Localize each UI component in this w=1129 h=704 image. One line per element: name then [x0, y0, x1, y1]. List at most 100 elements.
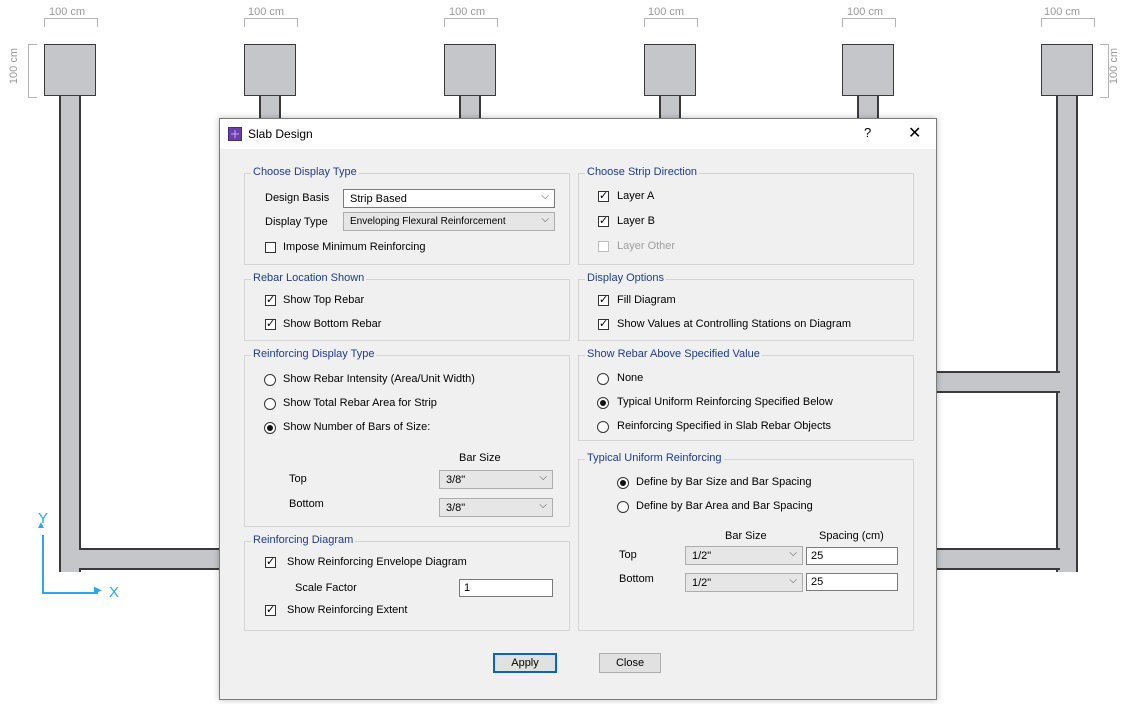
beam [259, 96, 281, 120]
x-axis-label: X [109, 584, 120, 601]
bottom-label: Bottom [619, 573, 654, 585]
layer-b-label: Layer B [617, 215, 655, 227]
dimension-line [28, 44, 37, 98]
bottom-bar-size-value: 3/8" [446, 502, 466, 514]
dimension-line [1041, 18, 1095, 27]
y-axis-label: Y [38, 510, 49, 527]
group-title: Show Rebar Above Specified Value [585, 348, 762, 360]
group-title: Reinforcing Display Type [251, 348, 377, 360]
chevron-down-icon: ⌵ [541, 214, 549, 225]
column [842, 44, 894, 96]
chevron-down-icon: ⌵ [789, 548, 797, 559]
reinforcing-extent-label: Show Reinforcing Extent [287, 604, 408, 616]
column [644, 44, 696, 96]
envelope-diagram-checkbox[interactable] [265, 555, 276, 568]
column [1041, 44, 1093, 96]
column-dimension-label: 100 cm [248, 6, 285, 18]
top-bar-size-select[interactable]: 1/2" ⌵ [685, 546, 803, 565]
app-icon [228, 127, 242, 141]
y-axis-line [42, 535, 44, 593]
close-icon[interactable]: ✕ [908, 123, 921, 143]
reinforcing-extent-checkbox[interactable] [265, 603, 276, 616]
top-spacing-value: 25 [811, 550, 824, 562]
display-type-label: Display Type [265, 216, 328, 228]
beam [934, 548, 1060, 570]
top-spacing-input[interactable]: 25 [806, 547, 898, 565]
rebar-intensity-label: Show Rebar Intensity (Area/Unit Width) [283, 373, 475, 385]
rebar-intensity-radio[interactable] [264, 374, 276, 386]
layer-other-label: Layer Other [617, 240, 676, 252]
bar-area-spacing-radio[interactable] [617, 501, 629, 513]
top-bar-size-value: 1/2" [692, 550, 712, 562]
column-dimension-label: 100 cm [648, 6, 685, 18]
show-values-label: Show Values at Controlling Stations on D… [617, 318, 851, 330]
beam [934, 371, 1060, 393]
layer-b-checkbox[interactable] [598, 214, 609, 227]
column [44, 44, 96, 96]
typical-uniform-radio[interactable] [597, 397, 609, 409]
reinforcing-display-type-group: Reinforcing Display Type Show Rebar Inte… [244, 348, 570, 527]
choose-strip-direction-group: Choose Strip Direction Layer A Layer B L… [578, 166, 914, 265]
show-top-rebar-checkbox[interactable] [265, 293, 276, 306]
slab-rebar-objects-label: Reinforcing Specified in Slab Rebar Obje… [617, 420, 832, 432]
apply-button[interactable]: Apply [493, 653, 557, 673]
dimension-line [842, 18, 896, 27]
x-axis-line [42, 592, 98, 594]
bar-size-spacing-radio[interactable] [617, 477, 629, 489]
top-label: Top [289, 473, 307, 485]
layer-a-label: Layer A [617, 190, 655, 202]
top-bar-size-select[interactable]: 3/8" ⌵ [439, 470, 553, 489]
show-bottom-rebar-checkbox[interactable] [265, 317, 276, 330]
layer-a-checkbox[interactable] [598, 189, 609, 202]
show-top-rebar-label: Show Top Rebar [283, 294, 365, 306]
bottom-bar-size-select[interactable]: 1/2" ⌵ [685, 573, 803, 592]
group-title: Rebar Location Shown [251, 272, 367, 284]
chevron-down-icon: ⌵ [539, 472, 547, 483]
fill-diagram-checkbox[interactable] [598, 293, 609, 306]
top-bar-size-value: 3/8" [446, 474, 466, 486]
scale-factor-label: Scale Factor [295, 582, 357, 594]
bottom-spacing-value: 25 [811, 576, 824, 588]
beam [659, 96, 681, 120]
show-bottom-rebar-label: Show Bottom Rebar [283, 318, 382, 330]
number-of-bars-radio[interactable] [264, 422, 276, 434]
column-dimension-label: 100 cm [1044, 6, 1081, 18]
group-title: Typical Uniform Reinforcing [585, 452, 724, 464]
group-title: Display Options [585, 272, 667, 284]
scale-factor-input[interactable]: 1 [459, 579, 553, 597]
bottom-bar-size-value: 1/2" [692, 577, 712, 589]
group-title: Choose Strip Direction [585, 166, 700, 178]
dimension-line [44, 18, 98, 27]
show-values-checkbox[interactable] [598, 317, 609, 330]
bottom-bar-size-select[interactable]: 3/8" ⌵ [439, 498, 553, 517]
bottom-spacing-input[interactable]: 25 [806, 573, 898, 591]
close-button[interactable]: Close [599, 653, 661, 673]
design-basis-select[interactable]: Strip Based ⌵ [343, 189, 555, 208]
bar-size-spacing-label: Define by Bar Size and Bar Spacing [636, 476, 812, 488]
display-options-group: Display Options Fill Diagram Show Values… [578, 272, 914, 341]
dimension-line [644, 18, 698, 27]
beam [1056, 96, 1078, 572]
bottom-label: Bottom [289, 498, 324, 510]
none-label: None [617, 372, 644, 384]
beam [857, 96, 879, 120]
reinforcing-diagram-group: Reinforcing Diagram Show Reinforcing Env… [244, 534, 570, 631]
total-rebar-area-radio[interactable] [264, 398, 276, 410]
chevron-down-icon: ⌵ [789, 575, 797, 586]
layer-other-checkbox[interactable] [598, 241, 609, 252]
column-depth-label: 100 cm [1108, 48, 1120, 85]
help-button[interactable]: ? [864, 125, 871, 140]
display-type-value: Enveloping Flexural Reinforcement [350, 216, 506, 227]
column-dimension-label: 100 cm [49, 6, 86, 18]
display-type-select[interactable]: Enveloping Flexural Reinforcement ⌵ [343, 212, 555, 231]
typical-uniform-label: Typical Uniform Reinforcing Specified Be… [617, 396, 833, 408]
x-arrow-icon: ▶ [94, 585, 102, 596]
group-title: Choose Display Type [251, 166, 359, 178]
none-radio[interactable] [597, 373, 609, 385]
beam [459, 96, 481, 120]
column-depth-label: 100 cm [8, 48, 20, 85]
group-title: Reinforcing Diagram [251, 534, 356, 546]
impose-minimum-checkbox[interactable] [265, 242, 276, 253]
slab-rebar-objects-radio[interactable] [597, 421, 609, 433]
bar-size-header: Bar Size [725, 530, 767, 542]
